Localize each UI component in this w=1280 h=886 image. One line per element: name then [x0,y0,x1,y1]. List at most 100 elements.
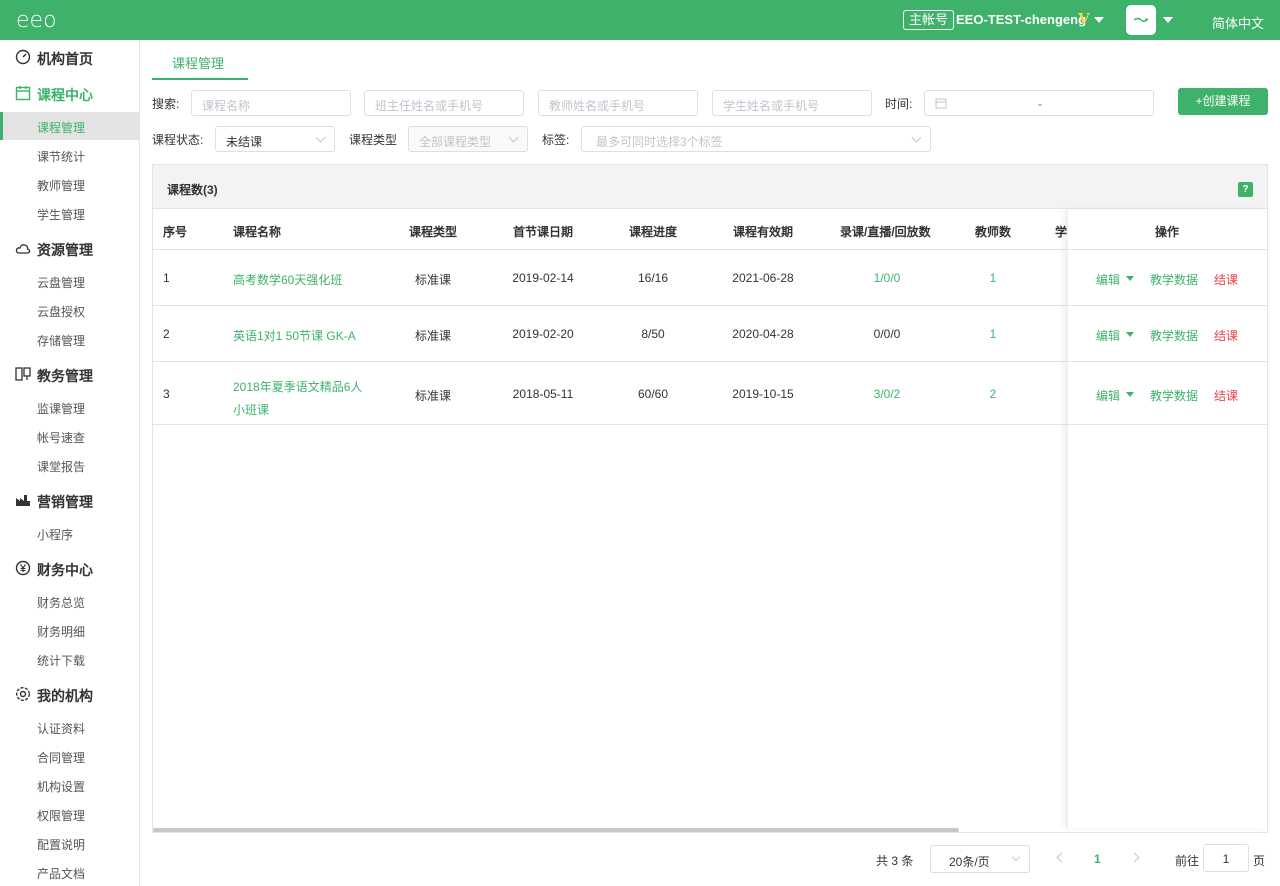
chevron-down-icon [315,132,326,143]
sidebar-item[interactable]: 教师管理 [0,170,140,198]
sidebar-group-6[interactable]: 我的机构 [0,677,140,711]
col-teachers: 教师数 [975,225,1012,239]
sidebar-item-label: 小程序 [37,528,74,542]
sidebar-item[interactable]: 配置说明 [0,829,140,857]
sidebar-item[interactable]: 帐号速查 [0,422,140,450]
sidebar-item[interactable]: 权限管理 [0,800,140,828]
type-select[interactable]: 全部课程类型 [408,126,528,152]
tab-label: 课程管理 [172,56,225,71]
create-course-button[interactable]: +创建课程 [1178,88,1268,115]
sidebar-item[interactable]: 课程管理 [0,112,140,140]
cell-teachers[interactable]: 1 [943,271,1043,285]
sidebar-group-0[interactable]: 机构首页 [0,40,140,74]
cell-type: 标准课 [414,389,451,403]
page-size-select[interactable]: 20条/页 [930,845,1030,873]
sidebar-item-label: 课节统计 [37,150,86,164]
cell-teachers[interactable]: 2 [943,387,1043,401]
sidebar-item[interactable]: 监课管理 [0,393,140,421]
goto-page-input[interactable]: 1 [1203,844,1249,872]
sidebar-item-label: 财务明细 [37,625,86,639]
sidebar-item[interactable]: 财务总览 [0,587,140,615]
chevron-down-icon [508,132,519,143]
tag-label: 标签: [542,133,570,147]
tag-select[interactable]: 最多可同时选择3个标签 [581,126,931,152]
sidebar-group-label: 课程中心 [37,87,93,103]
cell-course-name-link[interactable]: 高考数学60天强化班 [233,271,342,288]
sidebar-group-5[interactable]: 财务中心 [0,551,140,585]
head-teacher-placeholder: 班主任姓名或手机号 [375,99,484,113]
current-page[interactable]: 1 [1094,852,1101,866]
col-counts: 录课/直播/回放数 [840,225,931,239]
account-badge: 主帐号 [903,10,955,30]
sidebar-item[interactable]: 财务明细 [0,616,140,644]
col-students-partial: 学 [1055,225,1068,239]
course-count-title: 课程数(3) [167,183,218,197]
teacher-input[interactable]: 教师姓名或手机号 [538,90,698,116]
col-first-date: 首节课日期 [513,225,574,239]
sidebar-group-1[interactable]: 课程中心 [0,76,140,110]
sidebar-item-label: 监课管理 [37,402,86,416]
status-value: 未结课 [226,135,263,149]
account-dropdown-icon[interactable] [1094,17,1104,23]
sidebar-item[interactable]: 云盘管理 [0,267,140,295]
status-select[interactable]: 未结课 [215,126,335,152]
cell-first-date: 2018-05-11 [512,387,574,401]
horizontal-scrollbar[interactable] [153,828,959,832]
help-icon[interactable]: ? [1238,182,1253,197]
time-label: 时间: [885,97,913,111]
sidebar-item[interactable]: 课节统计 [0,141,140,169]
sidebar-item-label: 配置说明 [37,838,86,852]
sidebar-group-2[interactable]: 资源管理 [0,231,140,265]
cell-counts[interactable]: 3/0/2 [837,387,937,401]
cell-index: 1 [163,271,170,285]
course-table-panel: 课程数(3) ? 序号 课程名称 课程类型 首节课日期 课程进度 课程有效期 录… [152,164,1268,833]
page-suffix: 页 [1253,854,1266,868]
sidebar-item[interactable]: 存储管理 [0,325,140,353]
sidebar-item[interactable]: 云盘授权 [0,296,140,324]
monitor-icon [15,367,31,381]
sidebar-item-label: 云盘授权 [37,305,86,319]
sidebar-item[interactable]: 课堂报告 [0,451,140,479]
cell-course-name-link[interactable]: 2018年夏季语文精品6人小班课 [233,376,373,422]
sidebar-group-label: 机构首页 [37,51,93,67]
student-input[interactable]: 学生姓名或手机号 [712,90,872,116]
prev-page-icon[interactable] [1056,852,1067,863]
student-placeholder: 学生姓名或手机号 [723,99,820,113]
cell-expiry: 2021-06-28 [732,271,794,285]
col-type: 课程类型 [409,225,458,239]
sidebar-item[interactable]: 统计下载 [0,645,140,673]
course-name-input[interactable]: 课程名称 [191,90,351,116]
cell-index: 2 [163,327,170,341]
sidebar-item-label: 帐号速查 [37,431,86,445]
next-page-icon[interactable] [1129,852,1140,863]
account-name[interactable]: EEO-TEST-chengeng [956,12,1086,27]
type-placeholder: 全部课程类型 [419,135,492,149]
cell-first-date: 2019-02-20 [512,327,574,341]
cell-course-name-link[interactable]: 英语1对1 50节课 GK-A [233,327,356,344]
vip-icon: V [1078,10,1090,28]
sidebar-item[interactable]: 产品文档 [0,858,140,886]
top-bar: eeo 主帐号 EEO-TEST-chengeng V 简体中文 [0,0,1280,40]
chevron-down-icon [1011,852,1021,862]
cell-teachers[interactable]: 1 [943,327,1043,341]
sidebar-item[interactable]: 合同管理 [0,742,140,770]
avatar[interactable] [1126,5,1156,35]
fixed-action-column [1067,210,1267,828]
date-range-picker[interactable]: - [924,90,1154,116]
sidebar-item[interactable]: 学生管理 [0,199,140,227]
language-switch[interactable]: 简体中文 [1212,13,1264,32]
sidebar-item[interactable]: 小程序 [0,519,140,547]
head-teacher-input[interactable]: 班主任姓名或手机号 [364,90,524,116]
teacher-placeholder: 教师姓名或手机号 [549,99,646,113]
avatar-dropdown-icon[interactable] [1163,17,1173,23]
sidebar-item[interactable]: 认证资料 [0,713,140,741]
eeo-logo[interactable]: eeo [16,8,80,32]
sidebar-group-4[interactable]: 营销管理 [0,483,140,517]
table-header-bar: 课程数(3) ? [153,165,1267,209]
type-label: 课程类型 [349,133,398,147]
sidebar-group-3[interactable]: 教务管理 [0,357,140,391]
cell-expiry: 2019-10-15 [732,387,794,401]
cell-counts[interactable]: 1/0/0 [837,271,937,285]
tab-course-management[interactable]: 课程管理 [152,40,248,80]
sidebar-item[interactable]: 机构设置 [0,771,140,799]
